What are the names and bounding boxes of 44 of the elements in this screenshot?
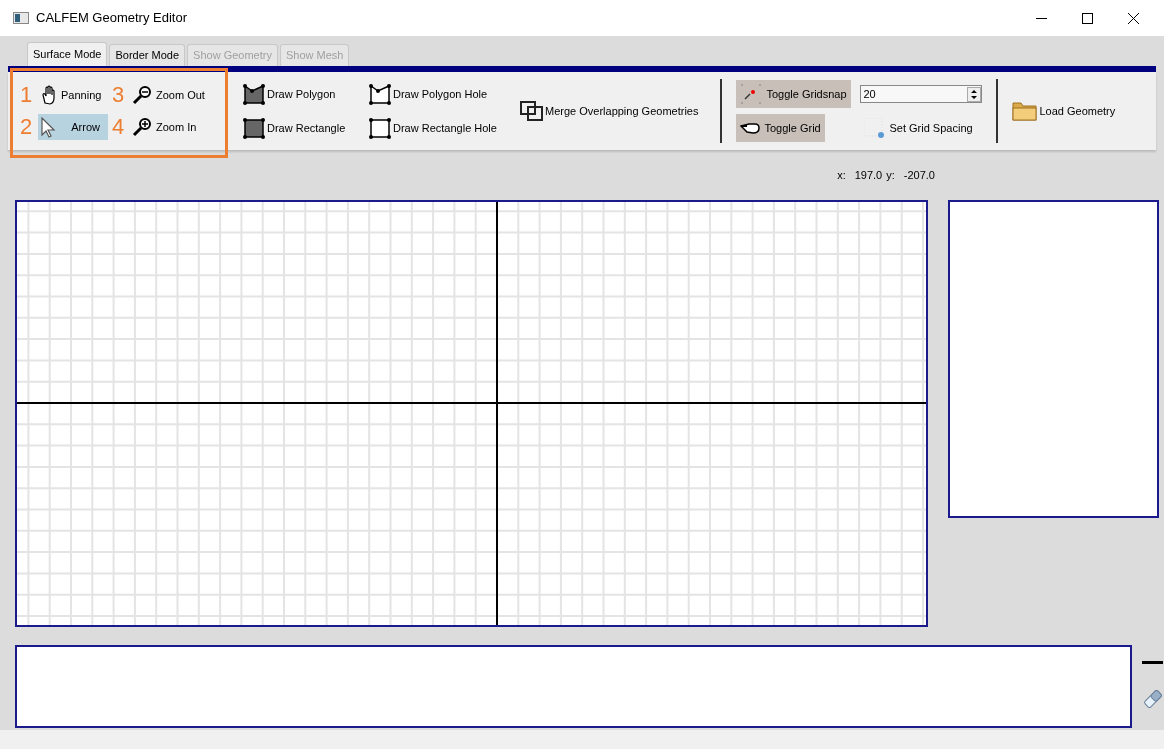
- toggle-button[interactable]: Toggle Gridsnap: [736, 80, 851, 108]
- tool-button[interactable]: Zoom Out: [130, 82, 207, 108]
- hand-icon: [40, 85, 57, 105]
- callout-number: 4: [112, 116, 126, 138]
- polygon-outline-icon: [368, 82, 392, 106]
- y-coordinate-label: y:: [886, 167, 895, 183]
- zoom-in-icon: [132, 117, 152, 137]
- pointing-hand-icon: [740, 122, 761, 134]
- draw-tool-button[interactable]: Draw Rectangle Hole: [368, 115, 508, 141]
- tool-button[interactable]: Zoom In: [130, 114, 199, 140]
- folder-icon: [1012, 100, 1039, 122]
- snap-point-icon: [740, 83, 763, 105]
- filled-rectangle-icon: [242, 116, 266, 140]
- x-coordinate-value: 197.0: [854, 167, 883, 183]
- app-icon: [13, 12, 29, 24]
- draw-tool-button[interactable]: Draw Polygon: [242, 81, 368, 107]
- minus-icon[interactable]: [1142, 661, 1163, 664]
- dotted-grid-icon: [864, 117, 886, 139]
- pointer-icon: [40, 116, 56, 138]
- callout-number: 3: [112, 84, 126, 106]
- overlapping-squares-icon: [520, 100, 544, 122]
- mode-tab[interactable]: Border Mode: [109, 44, 186, 66]
- maximize-icon: [1081, 12, 1093, 24]
- spin-arrows-icon: [967, 86, 982, 102]
- draw-tool-button[interactable]: Draw Rectangle: [242, 115, 368, 141]
- tool-button[interactable]: Arrow: [38, 114, 108, 140]
- draw-tool-button[interactable]: Draw Polygon Hole: [368, 81, 508, 107]
- x-coordinate-label: x:: [837, 167, 846, 183]
- filled-polygon-icon: [242, 82, 266, 106]
- rectangle-outline-icon: [368, 116, 392, 140]
- callout-number: 2: [20, 116, 34, 138]
- toggle-button[interactable]: Toggle Grid: [736, 114, 825, 142]
- set-grid-spacing-button[interactable]: Set Grid Spacing: [864, 117, 973, 139]
- callout-number: 1: [20, 84, 34, 106]
- grid-canvas[interactable]: [17, 202, 926, 625]
- close-icon: [1127, 12, 1139, 24]
- tool-button[interactable]: Panning: [38, 82, 104, 108]
- zoom-out-icon: [132, 85, 152, 105]
- y-coordinate-value: -207.0: [903, 167, 935, 183]
- merge-button[interactable]: Merge Overlapping Geometries: [520, 100, 699, 122]
- grid-spacing-field[interactable]: 20: [860, 85, 983, 103]
- load-geometry-button[interactable]: Load Geometry: [1012, 100, 1116, 122]
- mode-tab[interactable]: Surface Mode: [27, 42, 108, 66]
- window-title: CALFEM Geometry Editor: [36, 9, 187, 28]
